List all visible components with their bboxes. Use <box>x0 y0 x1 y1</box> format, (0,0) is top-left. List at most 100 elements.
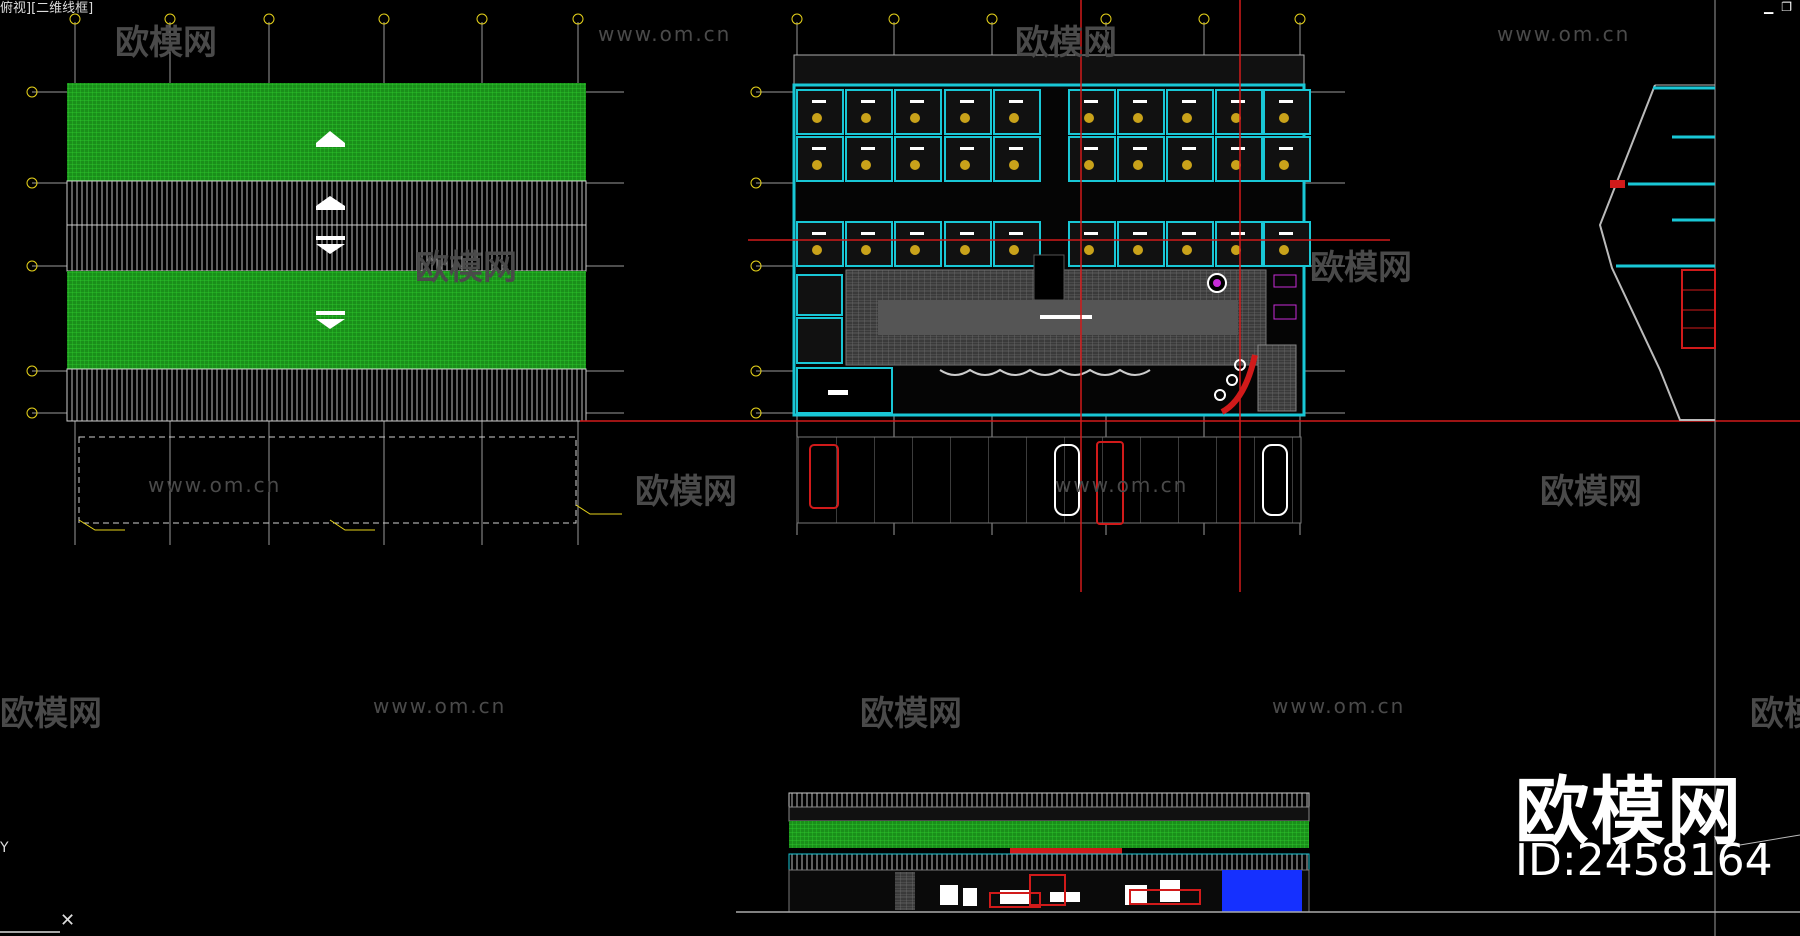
chair <box>1084 113 1094 123</box>
cubicle <box>1263 136 1311 182</box>
minimize-icon[interactable]: ▁ <box>1764 0 1773 14</box>
chair <box>1133 245 1143 255</box>
desk <box>812 232 826 235</box>
cubicle <box>944 89 992 135</box>
roof-plan[interactable] <box>26 13 624 545</box>
desk <box>1279 100 1293 103</box>
desk <box>910 147 924 150</box>
desk <box>910 100 924 103</box>
chair <box>1182 113 1192 123</box>
desk <box>1279 232 1293 235</box>
cubicle <box>1263 221 1311 267</box>
desk <box>1182 100 1196 103</box>
desk <box>960 232 974 235</box>
cubicle <box>993 136 1041 182</box>
cubicle <box>796 136 844 182</box>
desk <box>812 147 826 150</box>
cubicle <box>796 221 844 267</box>
chair <box>960 160 970 170</box>
restore-icon[interactable]: ❐ <box>1781 0 1792 14</box>
chair <box>960 113 970 123</box>
ucs-x-label: ✕ <box>60 910 76 931</box>
chair <box>1279 160 1289 170</box>
cubicle <box>993 89 1041 135</box>
cubicle <box>845 136 893 182</box>
cubicle <box>1215 136 1263 182</box>
floor-plan[interactable] <box>750 13 1345 535</box>
desk <box>1182 232 1196 235</box>
desk <box>1182 147 1196 150</box>
desk <box>1231 147 1245 150</box>
blue-storefront-panel <box>1222 870 1302 912</box>
chair <box>960 245 970 255</box>
viewport-label[interactable]: 俯视][二维线框] <box>0 0 93 16</box>
chair <box>1133 113 1143 123</box>
cubicle <box>1068 136 1116 182</box>
chair <box>861 160 871 170</box>
cubicle <box>894 221 942 267</box>
cubicle <box>1166 89 1214 135</box>
cubicle <box>1263 89 1311 135</box>
cubicle <box>796 89 844 135</box>
desk <box>910 232 924 235</box>
desk <box>1084 147 1098 150</box>
cubicle <box>894 89 942 135</box>
desk <box>861 147 875 150</box>
canopy-dashed-outline <box>78 436 577 524</box>
cubicle <box>1117 136 1165 182</box>
cubicle <box>1215 221 1263 267</box>
desk <box>1133 232 1147 235</box>
desk <box>1231 232 1245 235</box>
window-controls: ▁ ❐ <box>1764 0 1792 14</box>
cubicle <box>845 221 893 267</box>
watermark-id: ID:2458164 <box>1515 835 1773 886</box>
chair <box>1133 160 1143 170</box>
desk <box>960 100 974 103</box>
cubicle <box>1117 221 1165 267</box>
chair <box>812 160 822 170</box>
desk <box>960 147 974 150</box>
cubicle <box>944 136 992 182</box>
desk <box>1133 147 1147 150</box>
cubicle <box>894 136 942 182</box>
desk <box>1133 100 1147 103</box>
chair <box>861 113 871 123</box>
chair <box>1009 113 1019 123</box>
ucs-icon: Y ✕ <box>0 840 90 936</box>
chair <box>1182 160 1192 170</box>
cubicle <box>1117 89 1165 135</box>
desk <box>1084 100 1098 103</box>
desk <box>861 232 875 235</box>
parking-area <box>796 436 1302 524</box>
cubicle <box>1166 136 1214 182</box>
chair <box>861 245 871 255</box>
green-roof-band-top <box>67 83 586 181</box>
desk <box>812 100 826 103</box>
desk <box>1279 147 1293 150</box>
roof-slat-band-lower <box>66 368 587 422</box>
chair <box>1009 245 1019 255</box>
cubicle <box>845 89 893 135</box>
desk <box>1231 100 1245 103</box>
desk <box>1084 232 1098 235</box>
desk <box>1009 100 1023 103</box>
cubicle <box>1068 89 1116 135</box>
chair <box>1084 245 1094 255</box>
desk <box>1009 232 1023 235</box>
cubicle <box>993 221 1041 267</box>
chair <box>812 245 822 255</box>
chair <box>1009 160 1019 170</box>
chair <box>1279 113 1289 123</box>
roof-slat-band-upper <box>66 180 587 272</box>
cubicle <box>1166 221 1214 267</box>
section-markers <box>78 504 622 531</box>
chair <box>910 245 920 255</box>
desk <box>861 100 875 103</box>
chair <box>812 113 822 123</box>
chair <box>1279 245 1289 255</box>
chair <box>910 113 920 123</box>
chair <box>910 160 920 170</box>
desk <box>1009 147 1023 150</box>
cubicle <box>944 221 992 267</box>
chair <box>1084 160 1094 170</box>
